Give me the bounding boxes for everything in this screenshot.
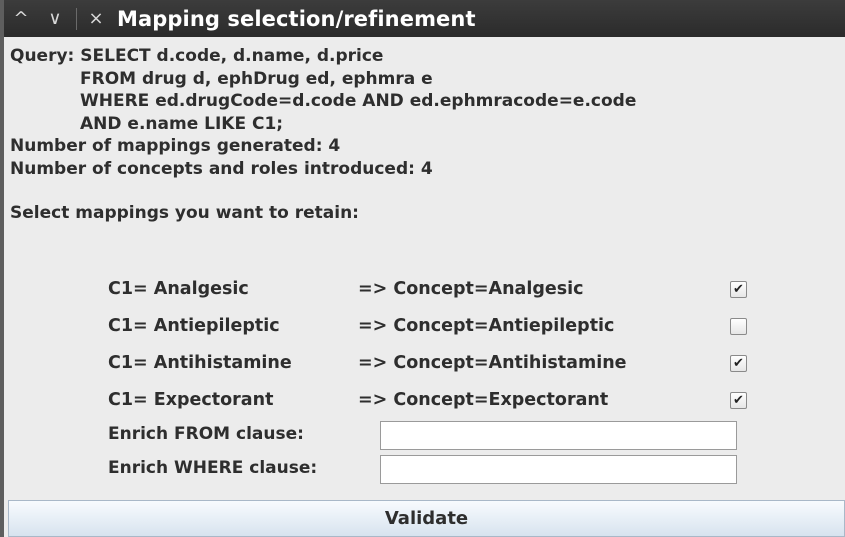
mappings-count: Number of mappings generated: 4 bbox=[10, 136, 341, 156]
query-line-1: Query: SELECT d.code, d.name, d.price bbox=[10, 46, 384, 66]
retain-checkbox[interactable]: ✔ bbox=[730, 281, 747, 298]
concepts-count: Number of concepts and roles introduced:… bbox=[10, 158, 433, 179]
titlebar-separator bbox=[76, 7, 77, 30]
retain-checkbox[interactable] bbox=[730, 318, 747, 335]
mapping-row: C1= Expectorant => Concept=Expectorant ✔ bbox=[108, 383, 768, 420]
query-line-4: AND e.name LIKE C1; bbox=[80, 113, 284, 134]
query-info: Query: SELECT d.code, d.name, d.price FR… bbox=[10, 45, 845, 225]
validate-button[interactable]: Validate bbox=[8, 500, 845, 537]
mapping-target: => Concept=Antiepileptic bbox=[358, 316, 615, 336]
query-line-2: FROM drug d, ephDrug ed, ephmra e bbox=[80, 68, 433, 89]
enrich-where-label: Enrich WHERE clause: bbox=[108, 458, 318, 478]
mapping-row: C1= Analgesic => Concept=Analgesic ✔ bbox=[108, 272, 768, 309]
retain-checkbox[interactable]: ✔ bbox=[730, 392, 747, 409]
chevron-up-icon[interactable]: ^ bbox=[4, 0, 38, 37]
enrich-from-label: Enrich FROM clause: bbox=[108, 424, 304, 444]
mapping-target: => Concept=Expectorant bbox=[358, 390, 609, 410]
mapping-source: C1= Analgesic bbox=[108, 279, 249, 299]
mapping-source: C1= Expectorant bbox=[108, 390, 274, 410]
mapping-dialog: ^ ∨ × Mapping selection/refinement Query… bbox=[0, 0, 845, 537]
mapping-list: C1= Analgesic => Concept=Analgesic ✔ C1=… bbox=[108, 272, 768, 420]
enrich-from-input[interactable] bbox=[380, 421, 737, 450]
mapping-row: C1= Antihistamine => Concept=Antihistami… bbox=[108, 346, 768, 383]
mapping-target: => Concept=Analgesic bbox=[358, 279, 584, 299]
close-icon[interactable]: × bbox=[81, 0, 111, 37]
mapping-row: C1= Antiepileptic => Concept=Antiepilept… bbox=[108, 309, 768, 346]
mapping-source: C1= Antihistamine bbox=[108, 353, 292, 373]
mapping-target: => Concept=Antihistamine bbox=[358, 353, 627, 373]
mapping-source: C1= Antiepileptic bbox=[108, 316, 280, 336]
window-title: Mapping selection/refinement bbox=[117, 6, 476, 31]
select-prompt: Select mappings you want to retain: bbox=[10, 203, 359, 223]
retain-checkbox[interactable]: ✔ bbox=[730, 355, 747, 372]
title-bar: ^ ∨ × Mapping selection/refinement bbox=[4, 0, 845, 37]
enrich-where-input[interactable] bbox=[380, 455, 737, 484]
query-line-3: WHERE ed.drugCode=d.code AND ed.ephmraco… bbox=[80, 91, 637, 111]
chevron-down-icon[interactable]: ∨ bbox=[38, 0, 72, 37]
